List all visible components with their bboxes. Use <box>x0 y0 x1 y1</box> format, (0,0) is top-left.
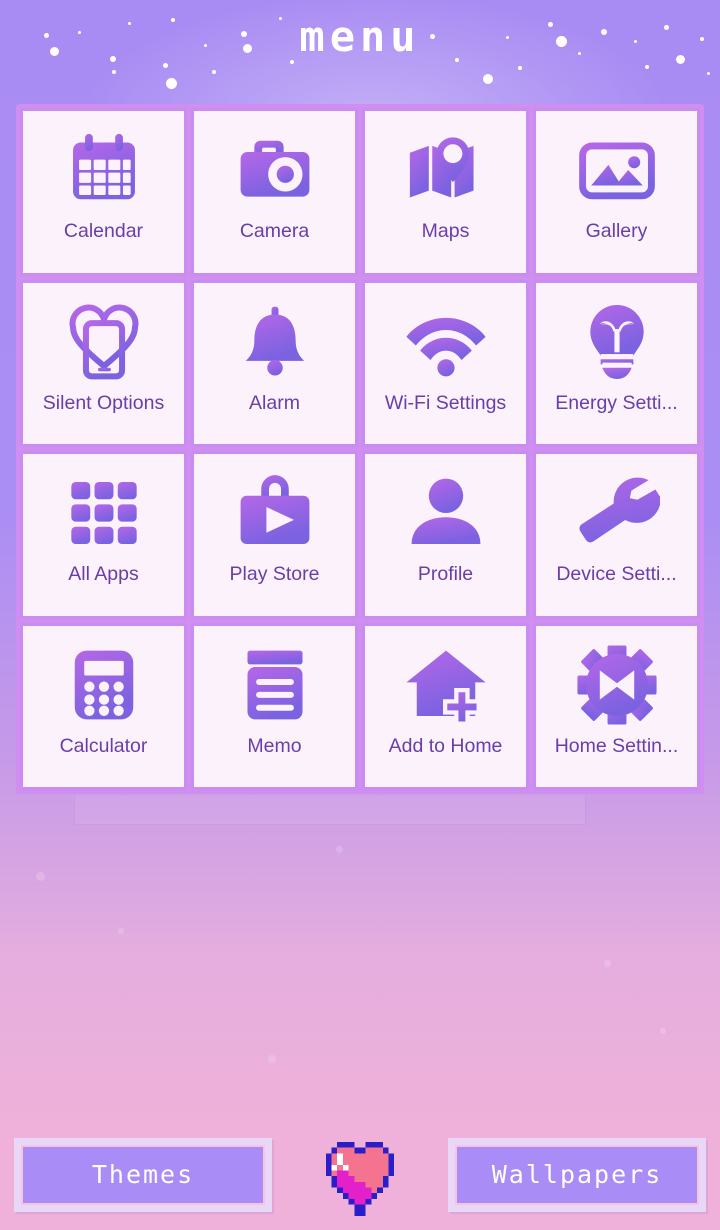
app-tile-gallery[interactable]: Gallery <box>533 108 700 276</box>
sparkle-dot <box>36 872 45 881</box>
themes-button-label: Themes <box>91 1160 195 1189</box>
app-tile-camera[interactable]: Camera <box>191 108 358 276</box>
app-label: Alarm <box>249 391 300 414</box>
gear-icon <box>574 642 660 728</box>
app-tile-memo[interactable]: Memo <box>191 622 358 790</box>
themes-button[interactable]: Themes <box>14 1138 272 1212</box>
app-label: Device Setti... <box>556 563 677 585</box>
header-bar: menu <box>0 0 720 92</box>
app-tile-calculator[interactable]: Calculator <box>20 622 187 790</box>
app-tile-wifi-settings[interactable]: Wi-Fi Settings <box>362 279 529 447</box>
app-tile-calendar[interactable]: Calendar <box>20 108 187 276</box>
page-title: menu <box>299 12 421 61</box>
wifi-icon <box>403 299 489 385</box>
app-tile-alarm[interactable]: Alarm <box>191 279 358 447</box>
app-tile-silent-options[interactable]: Silent Options <box>20 279 187 447</box>
sparkle-dot <box>118 928 124 934</box>
wallpapers-button[interactable]: Wallpapers <box>448 1138 706 1212</box>
maps-icon <box>403 127 489 213</box>
app-label: Gallery <box>585 220 648 242</box>
lightbulb-icon <box>574 299 660 385</box>
grid-underlay-panel <box>74 795 586 825</box>
app-label: Profile <box>417 563 474 585</box>
app-label: All Apps <box>68 563 139 585</box>
wallpapers-button-inner: Wallpapers <box>455 1145 699 1205</box>
alarm-bell-icon <box>232 299 318 385</box>
app-label: Silent Options <box>42 391 165 414</box>
memo-notepad-icon <box>232 642 318 728</box>
app-tile-play-store[interactable]: Play Store <box>191 451 358 619</box>
app-tile-add-to-home[interactable]: Add to Home <box>362 622 529 790</box>
calculator-icon <box>61 642 147 728</box>
app-label: Camera <box>239 220 310 242</box>
app-label: Energy Setti... <box>555 391 678 414</box>
sparkle-dot <box>604 960 611 967</box>
sparkle-dot <box>268 1055 276 1063</box>
pixel-heart-icon[interactable] <box>318 1142 402 1216</box>
house-plus-icon <box>403 642 489 728</box>
person-icon <box>403 470 489 556</box>
sparkle-dot <box>660 1028 666 1034</box>
app-grid: Calendar Camera Maps Gallery Silent Opti… <box>16 104 704 794</box>
app-label: Play Store <box>229 563 320 585</box>
wallpapers-button-label: Wallpapers <box>491 1160 663 1189</box>
app-tile-all-apps[interactable]: All Apps <box>20 451 187 619</box>
app-label: Maps <box>421 220 470 242</box>
sparkle-dot <box>336 846 343 853</box>
app-tile-home-settings[interactable]: Home Settin... <box>533 622 700 790</box>
camera-icon <box>232 127 318 213</box>
silent-options-icon <box>61 299 147 385</box>
all-apps-grid-icon <box>61 470 147 556</box>
app-label: Add to Home <box>388 734 503 757</box>
wrench-icon <box>574 470 660 556</box>
app-label: Wi-Fi Settings <box>384 391 507 414</box>
themes-button-inner: Themes <box>21 1145 265 1205</box>
app-label: Calendar <box>63 220 144 242</box>
app-tile-device-settings[interactable]: Device Setti... <box>533 451 700 619</box>
app-tile-energy-settings[interactable]: Energy Setti... <box>533 279 700 447</box>
app-label: Calculator <box>59 734 148 757</box>
app-tile-maps[interactable]: Maps <box>362 108 529 276</box>
gallery-icon <box>574 127 660 213</box>
app-label: Home Settin... <box>554 734 679 757</box>
app-label: Memo <box>247 734 302 757</box>
calendar-icon <box>61 127 147 213</box>
app-tile-profile[interactable]: Profile <box>362 451 529 619</box>
play-store-bag-icon <box>232 470 318 556</box>
